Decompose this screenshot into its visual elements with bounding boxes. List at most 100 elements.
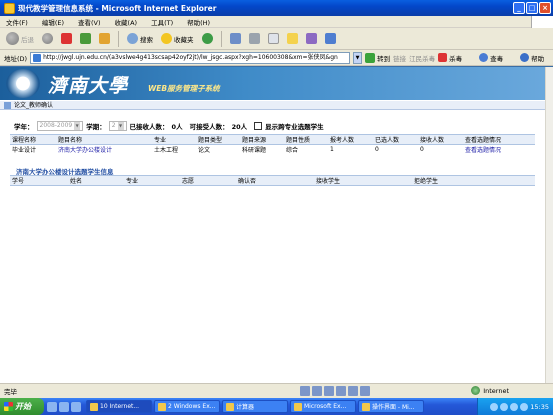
minimize-button[interactable]: _ bbox=[513, 2, 525, 14]
col-nature: 题目性质 bbox=[284, 134, 328, 145]
edit-button[interactable] bbox=[266, 30, 281, 48]
windows-logo-icon bbox=[531, 16, 553, 28]
address-dropdown-button[interactable]: ▼ bbox=[353, 51, 363, 64]
title-bar: 现代教学管理信息系统 - Microsoft Internet Explorer… bbox=[0, 0, 553, 16]
school-name: 濟南大學 bbox=[48, 75, 129, 97]
address-label: 地址(D) bbox=[4, 54, 28, 63]
col-source: 题目来源 bbox=[240, 134, 284, 145]
toolbar-separator bbox=[220, 30, 222, 47]
taskbar-item-excel[interactable]: Microsoft Ex... bbox=[290, 400, 356, 413]
tray-icon[interactable] bbox=[500, 402, 509, 411]
taskbar-item-ie[interactable]: 10 Internet... bbox=[86, 400, 152, 413]
taskbar-item-ui[interactable]: 操作界面 - Mi... bbox=[358, 400, 424, 413]
status-tool-icon[interactable] bbox=[348, 386, 358, 396]
antivirus-label: 杀毒 bbox=[449, 54, 463, 63]
home-button[interactable] bbox=[97, 30, 112, 48]
scan-icon bbox=[479, 53, 489, 62]
forward-button[interactable] bbox=[40, 30, 55, 48]
discuss-button[interactable] bbox=[285, 30, 300, 48]
antivirus-button[interactable]: 杀毒 bbox=[438, 53, 462, 63]
status-bar: 完毕 Internet bbox=[0, 383, 553, 398]
mail-button[interactable] bbox=[228, 30, 243, 48]
address-bar: 地址(D) http://jwgl.ujn.edu.cn/(a3vslwe4g4… bbox=[0, 50, 553, 66]
help-label: 帮助 bbox=[531, 54, 545, 63]
status-tool-icon[interactable] bbox=[336, 386, 346, 396]
taskbar-item-explorer[interactable]: 2 Windows Ex... bbox=[154, 400, 220, 413]
close-button[interactable]: × bbox=[539, 2, 551, 14]
stop-icon bbox=[61, 33, 72, 44]
col-student-id: 学号 bbox=[10, 175, 68, 186]
system-name: WEB服务管理子系统 bbox=[148, 84, 220, 93]
mail-icon bbox=[229, 33, 241, 44]
students-table: 学号 姓名 专业 志愿 确认否 接收学生 拒绝学生 bbox=[10, 175, 535, 186]
back-button[interactable]: 后退 bbox=[4, 30, 36, 48]
messenger-button[interactable] bbox=[323, 30, 338, 48]
back-label: 后退 bbox=[21, 35, 34, 44]
quick-launch-icon[interactable] bbox=[47, 401, 57, 412]
search-button[interactable]: 搜索 bbox=[125, 30, 155, 48]
tray-icon[interactable] bbox=[510, 402, 519, 411]
lookup-button[interactable]: 查毒 bbox=[479, 53, 503, 63]
quick-launch-icon[interactable] bbox=[71, 401, 81, 412]
start-button[interactable]: 开始 bbox=[0, 398, 44, 415]
topic-link[interactable]: 济南大学办公楼设计 bbox=[56, 145, 152, 155]
clock[interactable]: 15:35 bbox=[530, 403, 549, 411]
col-view: 查看选题情况 bbox=[463, 134, 535, 145]
col-preference: 志愿 bbox=[180, 175, 236, 186]
tray-icon[interactable] bbox=[520, 402, 529, 411]
status-tool-icon[interactable] bbox=[300, 386, 310, 396]
folder-icon bbox=[286, 33, 298, 44]
quick-launch-icon[interactable] bbox=[59, 401, 69, 412]
research-icon bbox=[305, 33, 317, 44]
search-icon bbox=[127, 33, 138, 44]
refresh-button[interactable] bbox=[78, 30, 93, 48]
breadcrumb-text: 论文_教师确认 bbox=[14, 102, 54, 109]
ie-task-icon bbox=[90, 402, 98, 411]
school-banner: 濟南大學 WEB服务管理子系统 bbox=[0, 67, 545, 100]
links-jiangmin[interactable]: 江民杀毒 bbox=[409, 53, 435, 63]
menu-view[interactable]: 查看(V) bbox=[78, 17, 101, 27]
print-button[interactable] bbox=[247, 30, 262, 48]
vertical-scrollbar[interactable] bbox=[545, 67, 553, 383]
cross-major-checkbox[interactable] bbox=[254, 122, 263, 130]
taskbar-item-calculator[interactable]: 计算器 bbox=[222, 400, 288, 413]
back-arrow-icon bbox=[6, 32, 19, 45]
col-reject-student: 拒绝学生 bbox=[412, 175, 535, 186]
research-button[interactable] bbox=[304, 30, 319, 48]
status-tool-icon[interactable] bbox=[324, 386, 334, 396]
favorites-button[interactable]: 收藏夹 bbox=[159, 30, 196, 48]
help-button[interactable]: 帮助 bbox=[520, 53, 544, 63]
menu-help[interactable]: 帮助(H) bbox=[187, 17, 210, 27]
col-major: 专业 bbox=[152, 134, 196, 145]
students-header-row: 学号 姓名 专业 志愿 确认否 接收学生 拒绝学生 bbox=[10, 175, 535, 186]
search-label: 搜索 bbox=[140, 35, 153, 44]
links-label[interactable]: 链接 bbox=[393, 53, 406, 63]
address-input[interactable]: http://jwgl.ujn.edu.cn/(a3vslwe4g413scsa… bbox=[30, 51, 351, 64]
tray-icon[interactable] bbox=[490, 402, 499, 411]
status-tool-icon[interactable] bbox=[312, 386, 322, 396]
go-arrow-icon bbox=[365, 52, 376, 63]
menu-edit[interactable]: 编辑(E) bbox=[42, 17, 64, 27]
help-icon bbox=[520, 53, 530, 62]
col-topic: 题目名称 bbox=[56, 134, 152, 145]
menu-favorites[interactable]: 收藏(A) bbox=[115, 17, 138, 27]
window-controls: _ □ × bbox=[513, 2, 551, 14]
menu-tools[interactable]: 工具(T) bbox=[151, 17, 173, 27]
calculator-task-icon bbox=[226, 402, 234, 411]
col-confirmed: 确认否 bbox=[236, 175, 314, 186]
go-button[interactable]: 转到 bbox=[365, 52, 390, 63]
maximize-button[interactable]: □ bbox=[526, 2, 538, 14]
task-label: 计算器 bbox=[236, 404, 255, 411]
history-button[interactable] bbox=[200, 30, 215, 48]
stop-button[interactable] bbox=[59, 30, 74, 48]
view-selection-link[interactable]: 查看选题情况 bbox=[463, 145, 535, 155]
favorites-label: 收藏夹 bbox=[174, 35, 194, 44]
status-tool-icon[interactable] bbox=[360, 386, 370, 396]
menu-file[interactable]: 文件(F) bbox=[6, 17, 28, 27]
year-select[interactable]: 2008-2009 ▼ bbox=[36, 121, 84, 131]
word-task-icon bbox=[362, 402, 370, 411]
breadcrumb: 论文_教师确认 bbox=[0, 101, 545, 110]
term-select[interactable]: 2 ▼ bbox=[108, 121, 127, 131]
system-tray: 15:35 bbox=[477, 398, 553, 415]
col-type: 题目类型 bbox=[196, 134, 240, 145]
